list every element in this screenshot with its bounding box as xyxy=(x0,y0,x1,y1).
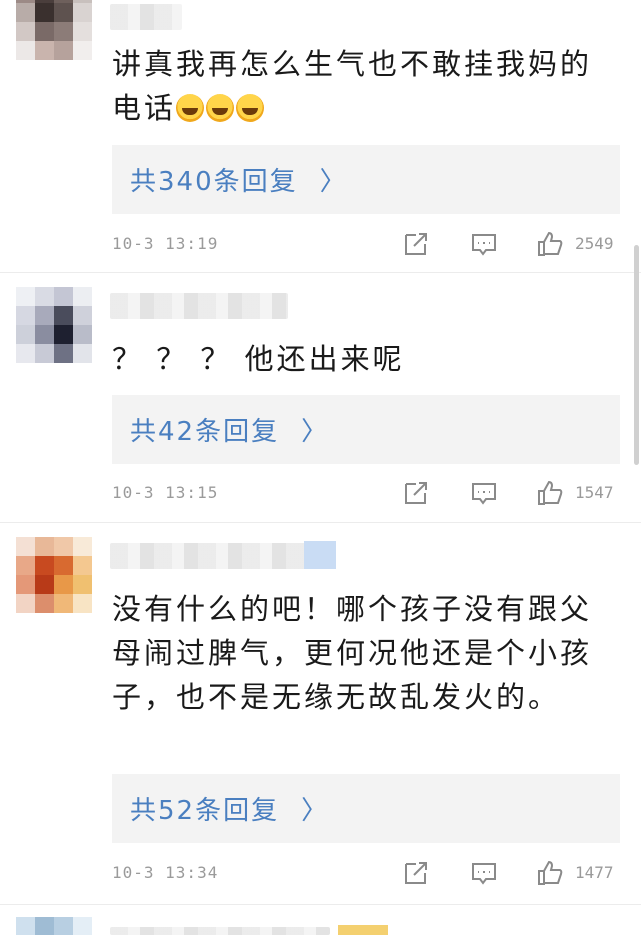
comment-text-body: 没有什么的吧！哪个孩子没有跟父母闹过脾气，更何况他还是个小孩子，也不是无缘无故乱… xyxy=(112,592,593,714)
comment-item: ？ ？ ？ 他还出来呢 共42条回复 〉 10-3 13:15 1547 xyxy=(0,273,641,521)
user-badge xyxy=(338,925,388,935)
comment-item-partial xyxy=(0,905,641,935)
comment-meta: 10-3 13:34 1477 xyxy=(112,859,622,889)
reply-count-label: 共52条回复 xyxy=(130,796,280,826)
chevron-right-icon: 〉 xyxy=(319,167,346,197)
avatar[interactable] xyxy=(16,537,92,613)
avatar[interactable] xyxy=(16,287,92,363)
view-replies-button[interactable]: 共42条回复 〉 xyxy=(112,395,620,464)
view-replies-button[interactable]: 共52条回复 〉 xyxy=(112,774,620,843)
view-replies-button[interactable]: 共340条回复 〉 xyxy=(112,145,620,214)
reply-count-label: 共42条回复 xyxy=(130,417,280,447)
thumbs-up-icon[interactable] xyxy=(536,479,564,507)
username-blurred[interactable] xyxy=(110,927,330,935)
comment-meta: 10-3 13:19 2549 xyxy=(112,230,622,260)
comment-text: ？ ？ ？ 他还出来呢 xyxy=(112,337,602,381)
comment-icon[interactable] xyxy=(470,859,498,887)
comment-item: 没有什么的吧！哪个孩子没有跟父母闹过脾气，更何况他还是个小孩子，也不是无缘无故乱… xyxy=(0,523,641,903)
avatar[interactable] xyxy=(16,917,92,935)
chevron-right-icon: 〉 xyxy=(301,796,328,826)
laughing-crying-icon xyxy=(206,94,235,122)
user-badge xyxy=(304,541,336,569)
share-icon[interactable] xyxy=(402,479,430,507)
like-count: 2549 xyxy=(575,234,614,253)
comment-meta: 10-3 13:15 1547 xyxy=(112,479,622,509)
share-icon[interactable] xyxy=(402,859,430,887)
share-icon[interactable] xyxy=(402,230,430,258)
like-count: 1547 xyxy=(575,483,614,502)
comment-text: 没有什么的吧！哪个孩子没有跟父母闹过脾气，更何况他还是个小孩子，也不是无缘无故乱… xyxy=(112,587,602,719)
avatar[interactable] xyxy=(16,0,92,60)
thumbs-up-icon[interactable] xyxy=(536,859,564,887)
thumbs-up-icon[interactable] xyxy=(536,230,564,258)
scrollbar[interactable] xyxy=(634,245,639,465)
laughing-crying-icon xyxy=(236,94,265,122)
timestamp: 10-3 13:19 xyxy=(112,234,219,253)
timestamp: 10-3 13:15 xyxy=(112,483,219,502)
username-blurred[interactable] xyxy=(110,543,336,569)
username-blurred[interactable] xyxy=(110,293,288,319)
chevron-right-icon: 〉 xyxy=(301,417,328,447)
like-count: 1477 xyxy=(575,863,614,882)
username-blurred[interactable] xyxy=(110,4,182,30)
timestamp: 10-3 13:34 xyxy=(112,863,219,882)
comment-text: 讲真我再怎么生气也不敢挂我妈的电话 xyxy=(112,42,602,130)
laughing-crying-icon xyxy=(176,94,205,122)
comment-icon[interactable] xyxy=(470,479,498,507)
reply-count-label: 共340条回复 xyxy=(130,167,298,197)
comment-icon[interactable] xyxy=(470,230,498,258)
comment-text-body: ？ ？ ？ 他还出来呢 xyxy=(112,342,405,376)
comment-item: 讲真我再怎么生气也不敢挂我妈的电话 共340条回复 〉 10-3 13:19 2… xyxy=(0,0,641,272)
